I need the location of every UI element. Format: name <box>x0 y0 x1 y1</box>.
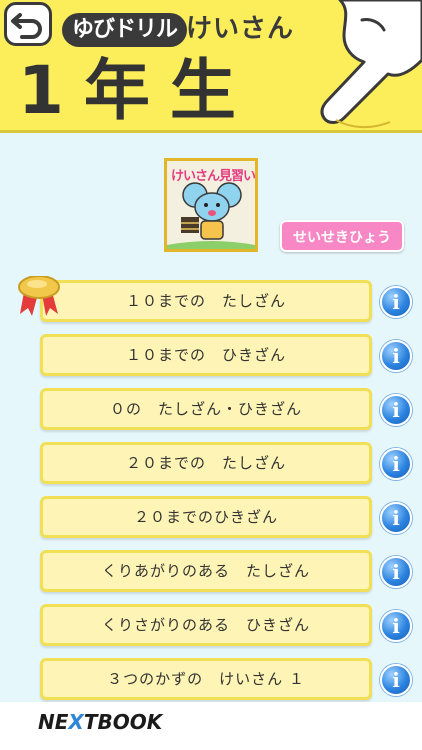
lesson-row: ２０までの たしざん i <box>0 442 422 486</box>
brand-x: X <box>68 710 84 734</box>
medal-icon <box>18 276 60 316</box>
footer: NEXTBOOK <box>0 702 422 750</box>
lesson-button[interactable]: ３つのかずの けいさん １ <box>40 658 372 700</box>
info-icon[interactable]: i <box>380 340 412 372</box>
brand-logo: NEXTBOOK <box>38 710 162 734</box>
info-icon[interactable]: i <box>380 610 412 642</box>
lesson-button[interactable]: くりあがりのある たしざん <box>40 550 372 592</box>
info-icon[interactable]: i <box>380 556 412 588</box>
info-icon[interactable]: i <box>380 448 412 480</box>
lesson-button[interactable]: ２０までの たしざん <box>40 442 372 484</box>
info-icon[interactable]: i <box>380 664 412 696</box>
book-thumbnail: けいさん見習い <box>164 158 258 252</box>
lesson-button[interactable]: ０の たしざん・ひきざん <box>40 388 372 430</box>
subject-title: けいさん <box>186 14 295 44</box>
lesson-row: ３つのかずの けいさん １ i <box>0 658 422 702</box>
lesson-row: １０までの ひきざん i <box>0 334 422 378</box>
info-icon[interactable]: i <box>380 502 412 534</box>
series-badge: ゆびドリル <box>62 13 188 47</box>
records-button[interactable]: せいせきひょう <box>280 220 404 252</box>
lesson-button[interactable]: １０までの ひきざん <box>40 334 372 376</box>
lesson-row: １０までの たしざん i <box>0 276 422 324</box>
lesson-row: くりあがりのある たしざん i <box>0 550 422 594</box>
app-screen: ゆびドリル けいさん 1年生 けいさん見習い せいせきひょう １０までの たしざ… <box>0 0 422 750</box>
brand-prefix: NE <box>38 710 69 734</box>
lesson-row: くりさがりのある ひきざん i <box>0 604 422 648</box>
lesson-row: ０の たしざん・ひきざん i <box>0 388 422 432</box>
header: ゆびドリル けいさん 1年生 <box>0 0 422 133</box>
back-arrow-icon <box>11 13 42 39</box>
lesson-button[interactable]: ２０までのひきざん <box>40 496 372 538</box>
lesson-button[interactable]: くりさがりのある ひきざん <box>40 604 372 646</box>
info-icon[interactable]: i <box>380 286 412 318</box>
brand-suffix: TBOOK <box>83 710 163 734</box>
info-icon[interactable]: i <box>380 394 412 426</box>
mouse-character-icon <box>167 182 255 249</box>
lesson-button[interactable]: １０までの たしざん <box>40 280 372 322</box>
back-button[interactable] <box>4 2 52 46</box>
lesson-list: １０までの たしざん i １０までの ひきざん i ０の たしざん・ひきざん i… <box>0 276 422 702</box>
grade-title: 1年生 <box>18 52 256 129</box>
lesson-row: ２０までのひきざん i <box>0 496 422 540</box>
pointing-hand-icon <box>320 0 422 128</box>
